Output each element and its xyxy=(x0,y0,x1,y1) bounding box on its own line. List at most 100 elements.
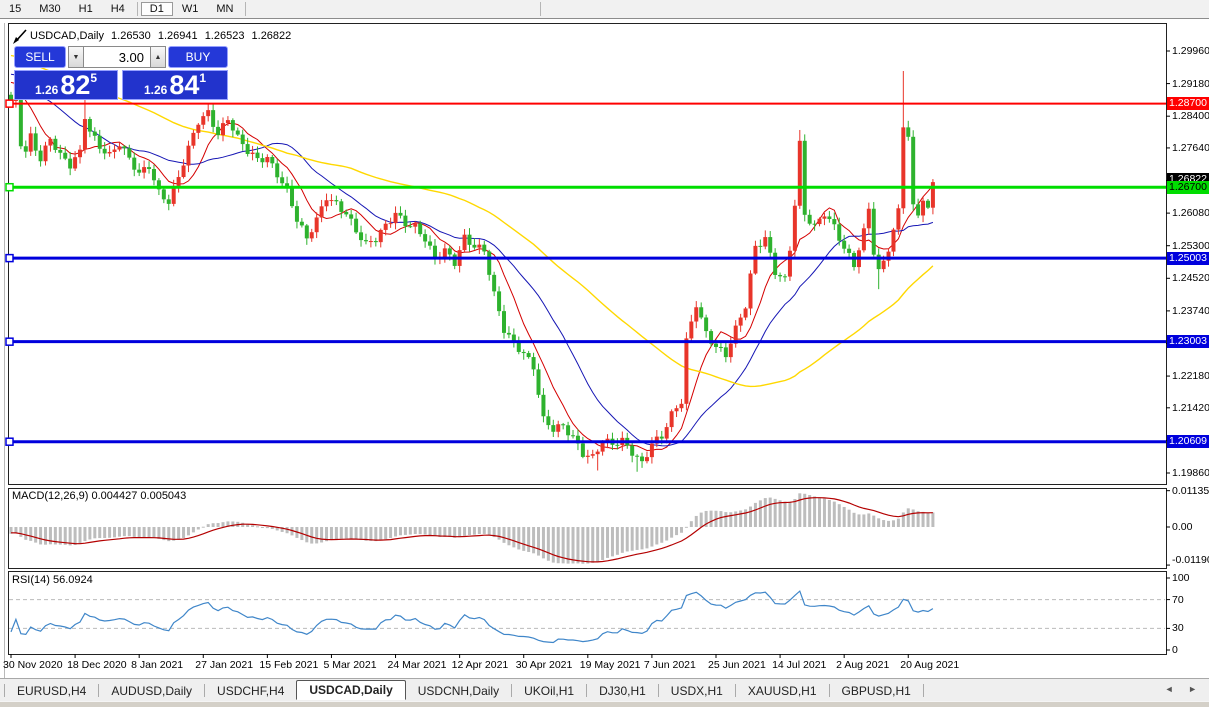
candlestick xyxy=(901,127,906,209)
tab-scroll-right-icon[interactable]: ► xyxy=(1188,684,1203,694)
candlestick xyxy=(802,140,807,215)
candlestick xyxy=(53,138,58,150)
tab-gbpusd[interactable]: GBPUSD,H1 xyxy=(830,682,923,700)
candlestick xyxy=(763,237,768,247)
volume-decrease-button[interactable]: ▼ xyxy=(68,46,84,68)
macd-histogram-bar xyxy=(606,527,610,558)
rsi-axis-label: 70 xyxy=(1172,593,1184,606)
candlestick xyxy=(403,215,408,227)
date-axis-label: 7 Jun 2021 xyxy=(643,659,696,671)
macd-histogram-bar xyxy=(39,527,43,545)
candlestick xyxy=(640,456,645,462)
sell-button[interactable]: SELL xyxy=(14,46,66,68)
macd-histogram-bar xyxy=(753,502,757,527)
macd-histogram-bar xyxy=(581,527,585,564)
rsi-line xyxy=(10,590,934,644)
macd-histogram-bar xyxy=(34,527,38,543)
buy-button[interactable]: BUY xyxy=(168,46,228,68)
macd-histogram-bar xyxy=(512,527,516,548)
candlestick xyxy=(92,131,97,136)
candlestick xyxy=(718,346,723,348)
ohlc-close: 1.26822 xyxy=(251,30,292,42)
candlestick xyxy=(216,126,221,136)
tab-dj30[interactable]: DJ30,H1 xyxy=(587,682,658,700)
macd-histogram-bar xyxy=(818,497,822,527)
candlestick xyxy=(674,408,679,412)
macd-histogram-bar xyxy=(127,527,131,537)
date-axis-label: 18 Dec 2020 xyxy=(67,659,127,671)
tab-usdchf[interactable]: USDCHF,H4 xyxy=(205,682,296,700)
candlestick xyxy=(743,308,748,318)
macd-histogram-bar xyxy=(487,527,491,536)
macd-histogram-bar xyxy=(398,527,402,536)
candlestick xyxy=(906,127,911,137)
macd-histogram-bar xyxy=(591,527,595,563)
macd-histogram-bar xyxy=(384,527,388,540)
level-line-handle[interactable] xyxy=(5,99,14,108)
macd-histogram-bar xyxy=(872,515,876,527)
candlestick xyxy=(68,158,73,169)
candlestick xyxy=(201,116,206,125)
date-axis-label: 27 Jan 2021 xyxy=(195,659,254,671)
macd-histogram-bar xyxy=(640,527,644,550)
candlestick xyxy=(324,200,329,207)
tab-scroll-left-icon[interactable]: ◄ xyxy=(1165,684,1180,694)
macd-histogram-bar xyxy=(655,527,659,545)
tab-xauusd[interactable]: XAUUSD,H1 xyxy=(736,682,829,700)
candlestick xyxy=(689,321,694,339)
level-line-handle[interactable] xyxy=(5,253,14,263)
macd-histogram-bar xyxy=(689,521,693,527)
candlestick xyxy=(176,177,181,186)
trendline-cursor-icon xyxy=(13,29,27,44)
candlestick xyxy=(713,343,718,347)
tab-eurusd[interactable]: EURUSD,H4 xyxy=(5,682,98,700)
volume-input[interactable] xyxy=(84,46,150,68)
volume-increase-button[interactable]: ▲ xyxy=(150,46,166,68)
macd-histogram-bar xyxy=(679,527,683,533)
candlestick xyxy=(630,445,635,456)
buy-price-main: 84 xyxy=(169,70,200,100)
tab-usdx[interactable]: USDX,H1 xyxy=(659,682,735,700)
sell-price-display[interactable]: 1.26 82 5 xyxy=(14,70,118,100)
date-axis-label: 24 Mar 2021 xyxy=(387,659,447,671)
macd-histogram-bar xyxy=(423,527,427,535)
macd-histogram-bar xyxy=(364,527,368,541)
tab-audusd[interactable]: AUDUSD,Daily xyxy=(99,682,204,700)
tab-ukoil[interactable]: UKOil,H1 xyxy=(512,682,586,700)
candlestick xyxy=(363,240,368,242)
rsi-axis-label: 30 xyxy=(1172,622,1184,635)
buy-price-pip: 1 xyxy=(199,71,207,85)
one-click-trade-panel: SELL ▼ ▲ BUY 1.26 82 5 1.26 84 1 xyxy=(14,46,240,100)
symbol-title: USDCAD,Daily xyxy=(30,30,104,42)
macd-histogram-bar xyxy=(389,527,393,539)
rsi-axis-label: 0 xyxy=(1172,644,1178,656)
rsi-pane-frame xyxy=(8,571,1167,655)
level-line-handle[interactable] xyxy=(5,182,14,192)
macd-histogram-bar xyxy=(507,527,511,546)
macd-histogram-bar xyxy=(132,527,136,537)
candlestick xyxy=(452,254,457,266)
candlestick xyxy=(502,311,506,333)
macd-histogram-bar xyxy=(601,527,605,560)
price-axis-label: 1.23740 xyxy=(1172,304,1209,317)
macd-histogram-bar xyxy=(379,527,383,541)
macd-histogram-bar xyxy=(867,513,871,527)
macd-histogram-bar xyxy=(458,527,462,538)
date-axis-label: 14 Jul 2021 xyxy=(772,659,827,671)
macd-histogram-bar xyxy=(635,527,639,550)
candlestick xyxy=(497,291,502,312)
level-line-handle[interactable] xyxy=(5,437,14,446)
tab-usdcad[interactable]: USDCAD,Daily xyxy=(296,680,406,700)
buy-price-display[interactable]: 1.26 84 1 xyxy=(122,70,228,100)
candlestick xyxy=(220,123,225,136)
candlestick xyxy=(28,133,33,152)
macd-histogram-bar xyxy=(699,512,703,527)
candlestick xyxy=(230,120,235,131)
tab-usdcnh[interactable]: USDCNH,Daily xyxy=(406,682,511,700)
candlestick xyxy=(255,152,260,159)
macd-histogram-bar xyxy=(260,527,264,528)
candlestick xyxy=(635,455,640,457)
level-line-handle[interactable] xyxy=(5,337,14,346)
macd-histogram-bar xyxy=(852,512,856,527)
macd-histogram-bar xyxy=(98,527,102,539)
